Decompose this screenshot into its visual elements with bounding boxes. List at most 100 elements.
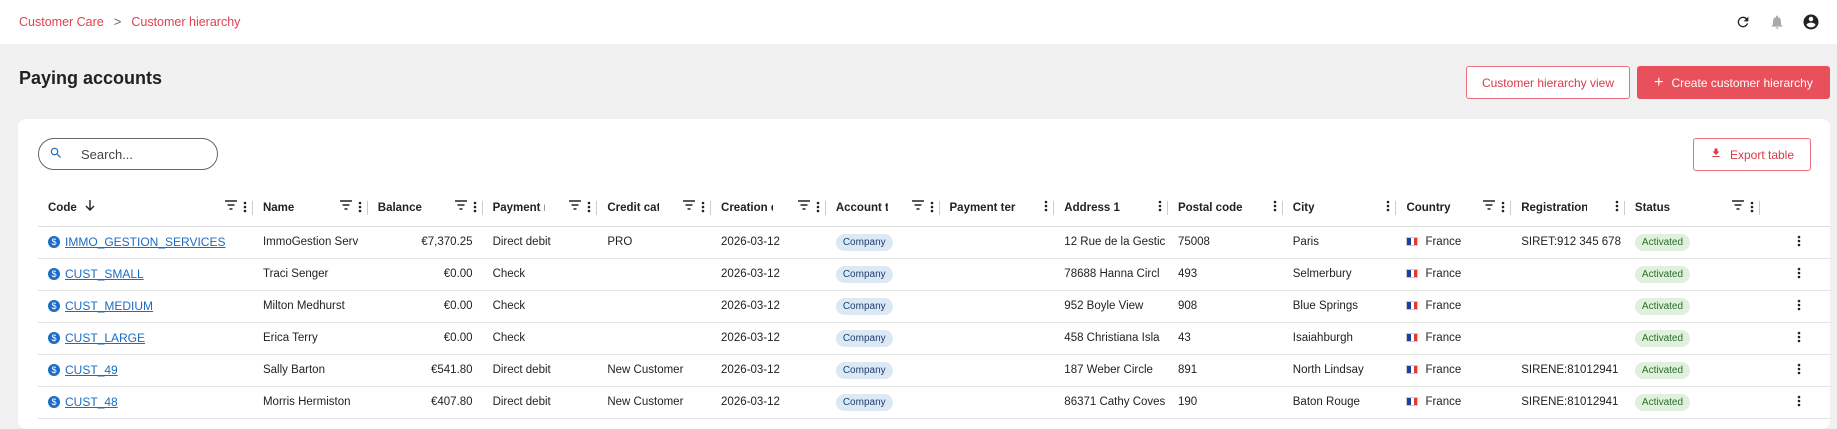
paying-account-icon: $ (48, 364, 60, 376)
filter-icon[interactable] (911, 200, 924, 213)
cell-country: France (1396, 226, 1512, 259)
cell-city: Baton Rouge (1282, 386, 1397, 419)
column-menu-icon[interactable] (816, 201, 820, 213)
paying-accounts-table: Code Name Balance Payment me Credit categ Cre… (38, 190, 1831, 419)
filter-icon[interactable] (1483, 200, 1496, 213)
column-header-credit[interactable]: Credit categ (597, 190, 712, 227)
account-code-link[interactable]: $ CUST_MEDIUM (48, 299, 153, 313)
export-table-button[interactable]: Export table (1693, 138, 1811, 171)
column-header-country[interactable]: Country (1396, 190, 1512, 227)
cell-payment: Check (482, 258, 598, 291)
cell-registration: SIRENE:81012941 (1511, 386, 1625, 419)
status-badge: Activated (1634, 362, 1691, 379)
filter-icon[interactable] (1731, 200, 1744, 213)
table-row[interactable]: $ CUST_48 Morris Hermiston €407.80 Direct de… (38, 386, 1831, 419)
customer-hierarchy-view-button[interactable]: Customer hierarchy view (1466, 66, 1630, 99)
row-menu-icon[interactable] (1797, 299, 1801, 311)
status-badge: Activated (1634, 266, 1691, 283)
table-row[interactable]: $ CUST_LARGE Erica Terry €0.00 Check 2026-03-… (38, 322, 1831, 355)
table-row[interactable]: $ CUST_SMALL Traci Senger €0.00 Check 2026-03… (38, 258, 1831, 291)
country-text: France (1425, 268, 1462, 280)
column-header-name[interactable]: Name (252, 190, 368, 227)
column-menu-icon[interactable] (1044, 200, 1048, 212)
filter-icon[interactable] (224, 200, 237, 213)
column-header-code[interactable]: Code (38, 190, 253, 227)
cell-code[interactable]: $ CUST_49 (38, 354, 253, 387)
row-menu-icon[interactable] (1797, 267, 1801, 279)
filter-icon[interactable] (683, 200, 696, 213)
column-menu-icon[interactable] (358, 201, 362, 213)
cell-address: 86371 Cathy Coves (1054, 386, 1168, 419)
column-menu-icon[interactable] (1158, 200, 1162, 212)
column-header-payment[interactable]: Payment me (482, 190, 598, 227)
filter-icon[interactable] (797, 200, 810, 213)
sort-arrow-icon[interactable] (85, 200, 95, 215)
column-header-label: Name (262, 201, 295, 214)
row-menu-icon[interactable] (1797, 363, 1801, 375)
column-menu-icon[interactable] (1615, 200, 1619, 212)
row-menu-icon[interactable] (1797, 235, 1801, 247)
account-code-link[interactable]: $ CUST_49 (48, 363, 118, 377)
cell-code[interactable]: $ CUST_MEDIUM (38, 290, 253, 323)
column-header-label: Postal code (1177, 201, 1243, 214)
account-icon[interactable] (1801, 12, 1821, 32)
column-header-status[interactable]: Status (1624, 190, 1760, 227)
column-header-balance[interactable]: Balance (367, 190, 483, 227)
filter-icon[interactable] (454, 200, 467, 213)
column-header-term[interactable]: Payment term (939, 190, 1055, 227)
column-menu-icon[interactable] (587, 201, 591, 213)
column-menu-icon[interactable] (473, 201, 477, 213)
column-menu-icon[interactable] (701, 201, 705, 213)
account-type-chip: Company (835, 298, 893, 315)
cell-code[interactable]: $ CUST_SMALL (38, 258, 253, 291)
create-customer-hierarchy-button[interactable]: + Create customer hierarchy (1637, 66, 1830, 99)
column-menu-icon[interactable] (243, 201, 247, 213)
search-box[interactable] (38, 138, 218, 170)
cell-payment: Check (482, 322, 598, 355)
country-text: France (1425, 332, 1462, 344)
cell-code[interactable]: $ IMMO_GESTION_SERVICES (38, 226, 253, 259)
table-row[interactable]: $ CUST_MEDIUM Milton Medhurst €0.00 Check 202… (38, 290, 1831, 323)
cell-code[interactable]: $ CUST_LARGE (38, 322, 253, 355)
column-header-created[interactable]: Creation dat (711, 190, 826, 227)
table-row[interactable]: $ CUST_49 Sally Barton €541.80 Direct debit N… (38, 354, 1831, 387)
column-header-address[interactable]: Address 1 (1054, 190, 1168, 227)
account-code-link[interactable]: $ CUST_SMALL (48, 267, 144, 281)
account-code-link[interactable]: $ CUST_48 (48, 395, 118, 409)
filter-icon[interactable] (339, 200, 352, 213)
cell-credit: PRO (597, 226, 712, 259)
cell-name: Milton Medhurst (252, 290, 368, 323)
column-header-label: City (1292, 201, 1315, 214)
row-menu-icon[interactable] (1797, 331, 1801, 343)
country-text: France (1425, 364, 1462, 376)
column-header-type[interactable]: Account typ (825, 190, 940, 227)
column-header-registration[interactable]: Registration N° (1511, 190, 1625, 227)
column-menu-icon[interactable] (1273, 200, 1277, 212)
table-row[interactable]: $ IMMO_GESTION_SERVICES ImmoGestion Serv €7… (38, 226, 1831, 259)
column-header-label: Credit categ (607, 201, 660, 214)
export-table-label: Export table (1729, 147, 1795, 162)
breadcrumb-customer-hierarchy[interactable]: Customer hierarchy (131, 15, 240, 29)
row-menu-icon[interactable] (1797, 395, 1801, 407)
status-badge: Activated (1634, 234, 1691, 251)
filter-icon[interactable] (569, 200, 582, 213)
column-menu-icon[interactable] (1750, 201, 1754, 213)
column-menu-icon[interactable] (930, 201, 934, 213)
paying-account-icon: $ (48, 300, 60, 312)
cell-name: Erica Terry (252, 322, 368, 355)
cell-postal: 891 (1167, 354, 1283, 387)
account-code-link[interactable]: $ IMMO_GESTION_SERVICES (48, 235, 225, 249)
search-input[interactable] (81, 146, 201, 162)
table-header-row: Code Name Balance Payment me Credit categ Cre… (38, 190, 1831, 227)
cell-created: 2026-03-12 (711, 226, 826, 259)
column-menu-icon[interactable] (1501, 201, 1505, 213)
refresh-icon[interactable] (1733, 12, 1753, 32)
column-menu-icon[interactable] (1386, 200, 1390, 212)
column-header-city[interactable]: City (1282, 190, 1397, 227)
breadcrumb-customer-care[interactable]: Customer Care (19, 15, 104, 29)
cell-credit: New Customer (597, 386, 712, 419)
cell-code[interactable]: $ CUST_48 (38, 386, 253, 419)
bell-icon[interactable] (1767, 12, 1787, 32)
column-header-postal[interactable]: Postal code (1167, 190, 1283, 227)
account-code-link[interactable]: $ CUST_LARGE (48, 331, 145, 345)
